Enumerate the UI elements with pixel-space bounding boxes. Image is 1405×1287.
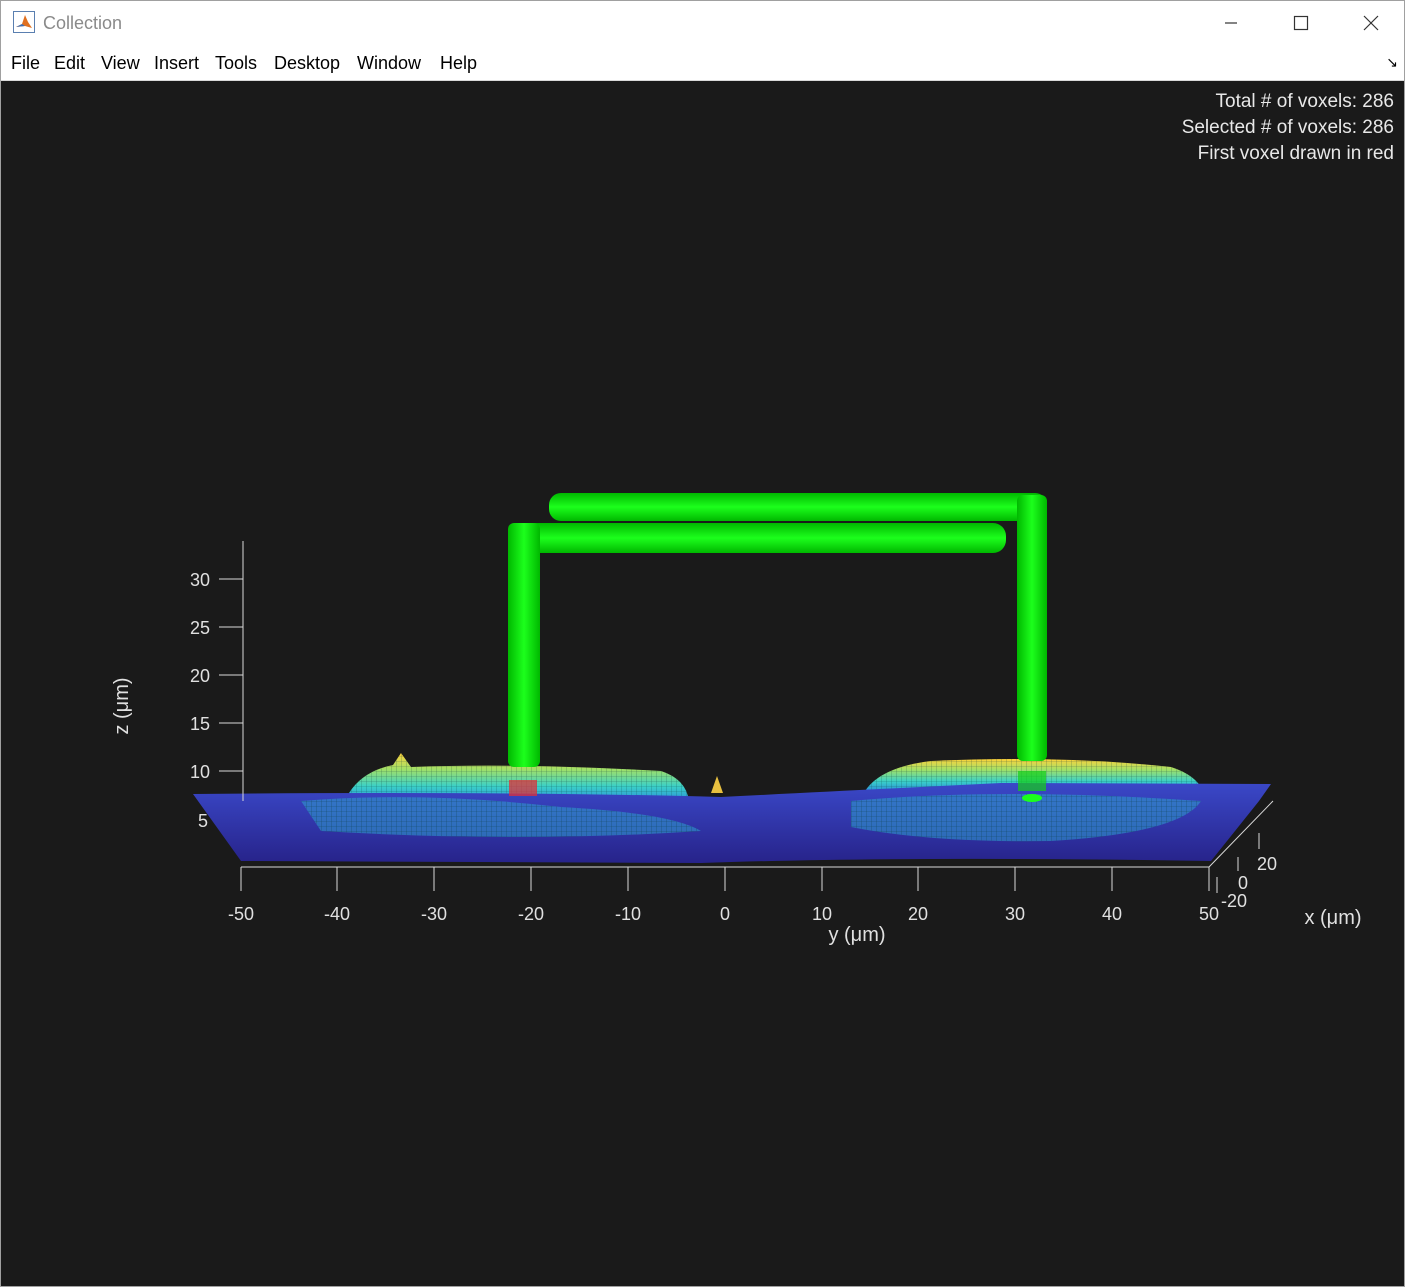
- y-tick-label: 10: [812, 904, 832, 924]
- figure-canvas[interactable]: Total # of voxels: 286 Selected # of vox…: [1, 81, 1404, 1286]
- maximize-button[interactable]: [1266, 1, 1336, 45]
- matlab-figure-window: Collection File Edit View Insert Tools D…: [0, 0, 1405, 1287]
- z-tick-label: 25: [190, 618, 210, 638]
- z-tick-label: 10: [190, 762, 210, 782]
- y-tick-label: 0: [720, 904, 730, 924]
- y-tick-label: 50: [1199, 904, 1219, 924]
- z-axis-label: z (μm): [111, 677, 133, 734]
- surface-floor: [193, 783, 1271, 863]
- z-tick-label: 30: [190, 570, 210, 590]
- selected-voxels-label: Selected # of voxels: 286: [1181, 117, 1394, 138]
- y-tick-label: -30: [421, 904, 447, 924]
- close-button[interactable]: [1336, 1, 1405, 45]
- total-voxels-label: Total # of voxels: 286: [1215, 91, 1395, 112]
- z-axis: 30 25 20 15 10 5 z (μm): [111, 541, 244, 831]
- title-bar[interactable]: Collection: [1, 1, 1404, 45]
- y-axis-label: y (μm): [828, 924, 885, 946]
- menu-help[interactable]: Help: [440, 53, 477, 74]
- z-tick-label: 20: [190, 666, 210, 686]
- y-tick-label: -20: [518, 904, 544, 924]
- menu-file[interactable]: File: [11, 53, 40, 74]
- z-tick-label: 5: [198, 811, 208, 831]
- minimize-button[interactable]: [1196, 1, 1266, 45]
- menu-tools[interactable]: Tools: [215, 53, 257, 74]
- surface-plot[interactable]: 30 25 20 15 10 5 z (μm) -50 -40 -30 -20 …: [1, 81, 1404, 1286]
- first-voxel-note: First voxel drawn in red: [1197, 143, 1394, 164]
- maximize-icon: [1293, 15, 1309, 31]
- y-tick-label: 40: [1102, 904, 1122, 924]
- x-tick-label: -20: [1221, 891, 1247, 911]
- voxel-path: [508, 493, 1047, 802]
- menu-bar: File Edit View Insert Tools Desktop Wind…: [1, 45, 1404, 81]
- matlab-app-icon: [13, 11, 35, 33]
- y-axis: -50 -40 -30 -20 -10 0 10 20 30 40 50 y (…: [228, 866, 1219, 946]
- y-tick-label: 20: [908, 904, 928, 924]
- x-tick-label: 20: [1257, 854, 1277, 874]
- y-tick-label: 30: [1005, 904, 1025, 924]
- minimize-icon: [1225, 22, 1237, 24]
- first-voxel-marker: [509, 780, 537, 796]
- y-tick-label: -10: [615, 904, 641, 924]
- menu-view[interactable]: View: [101, 53, 140, 74]
- y-tick-label: -50: [228, 904, 254, 924]
- menu-window[interactable]: Window: [357, 53, 421, 74]
- close-icon: [1363, 15, 1379, 31]
- y-tick-label: -40: [324, 904, 350, 924]
- menu-desktop[interactable]: Desktop: [274, 53, 340, 74]
- menu-edit[interactable]: Edit: [54, 53, 85, 74]
- x-tick-label: 0: [1238, 873, 1248, 893]
- z-tick-label: 15: [190, 714, 210, 734]
- window-title: Collection: [43, 13, 123, 33]
- menu-insert[interactable]: Insert: [154, 53, 199, 74]
- dock-arrow-icon[interactable]: ↘: [1386, 54, 1398, 71]
- x-axis-label: x (μm): [1304, 907, 1361, 929]
